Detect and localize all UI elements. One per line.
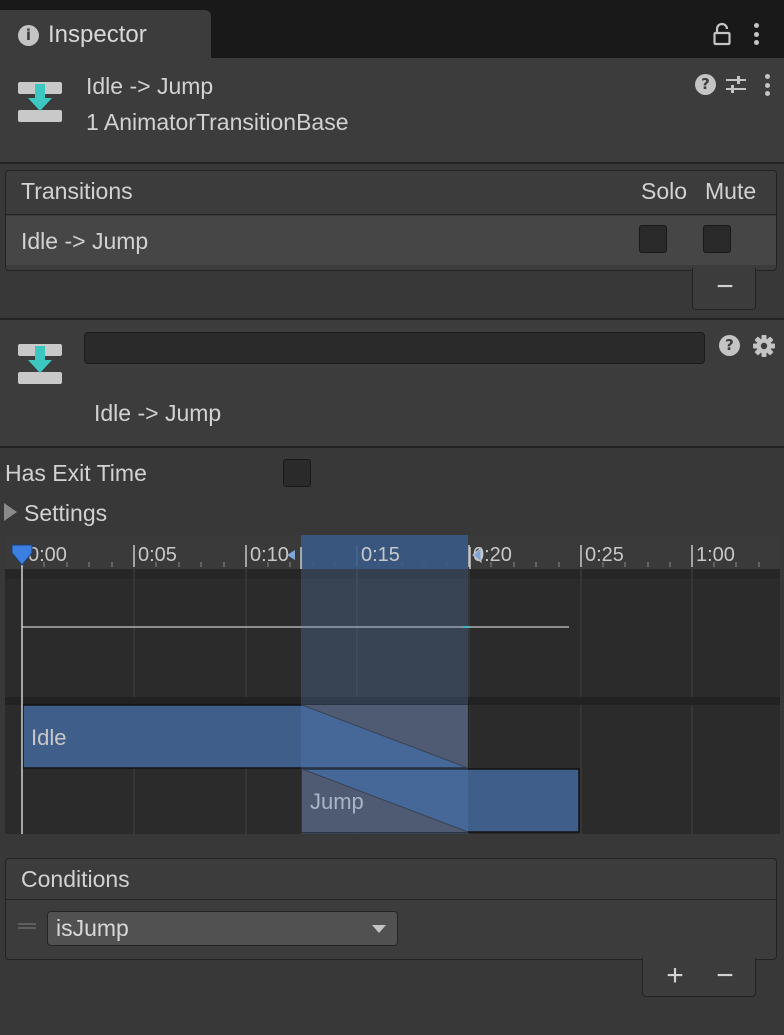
tick-label: 0:25: [585, 544, 624, 566]
remove-transition-button[interactable]: −: [707, 272, 743, 302]
transition-icon: [18, 344, 62, 384]
conditions-footer: + −: [642, 958, 756, 997]
solo-checkbox[interactable]: [639, 225, 667, 253]
presets-icon[interactable]: [725, 74, 747, 96]
condition-parameter-dropdown[interactable]: isJump: [47, 911, 398, 946]
info-icon: i: [18, 25, 39, 46]
timeline-graph[interactable]: 0:00 0:05 0:10 0:15 0:20 0:25 1:00 Idle: [5, 535, 780, 834]
transitions-list-header: Transitions Solo Mute: [6, 171, 776, 215]
lock-icon[interactable]: [713, 22, 731, 46]
solo-column-header: Solo: [641, 178, 688, 204]
conditions-title: Conditions: [21, 866, 130, 892]
tick-label: 0:15: [361, 544, 400, 566]
conditions-header: Conditions: [6, 859, 776, 900]
header-title: Idle -> Jump: [86, 73, 214, 99]
component-menu-icon[interactable]: [765, 74, 771, 98]
transitions-list-footer: −: [692, 268, 756, 310]
transitions-list: Transitions Solo Mute Idle -> Jump: [5, 170, 777, 271]
mute-checkbox[interactable]: [703, 225, 731, 253]
transition-subtitle: Idle -> Jump: [94, 400, 222, 426]
conditions-list: Conditions isJump: [5, 858, 777, 960]
source-state-label: Idle: [31, 725, 66, 750]
drag-handle-icon[interactable]: [18, 923, 36, 929]
settings-foldout[interactable]: Settings: [24, 500, 107, 527]
has-exit-time-checkbox[interactable]: [283, 459, 311, 487]
transition-name-field[interactable]: [84, 332, 705, 364]
mute-column-header: Mute: [705, 178, 757, 204]
tab-menu-icon[interactable]: [754, 23, 760, 47]
transition-row-label: Idle -> Jump: [21, 228, 149, 254]
transition-row[interactable]: Idle -> Jump: [6, 216, 776, 265]
tick-label: 0:05: [138, 544, 177, 566]
dropdown-arrow-icon: [372, 925, 386, 933]
transition-timeline[interactable]: 0:00 0:05 0:10 0:15 0:20 0:25 1:00 Idle: [5, 535, 780, 834]
settings-foldout-arrow-icon[interactable]: [4, 503, 17, 521]
help-icon[interactable]: ?: [695, 74, 716, 95]
tab-title[interactable]: Inspector: [48, 21, 147, 49]
remove-condition-button[interactable]: −: [707, 961, 743, 991]
condition-parameter-value: isJump: [56, 915, 129, 941]
transitions-column-header: Transitions: [21, 178, 133, 204]
transition-help-icon[interactable]: ?: [719, 335, 740, 356]
add-condition-button[interactable]: +: [657, 961, 693, 991]
gear-icon[interactable]: [753, 335, 775, 357]
tick-label: 0:00: [28, 544, 67, 566]
tick-label: 0:10: [250, 544, 289, 566]
tick-label: 1:00: [696, 544, 735, 566]
has-exit-time-label: Has Exit Time: [5, 460, 147, 486]
header-subtitle: 1 AnimatorTransitionBase: [86, 109, 349, 135]
transition-asset-icon: [18, 82, 62, 122]
